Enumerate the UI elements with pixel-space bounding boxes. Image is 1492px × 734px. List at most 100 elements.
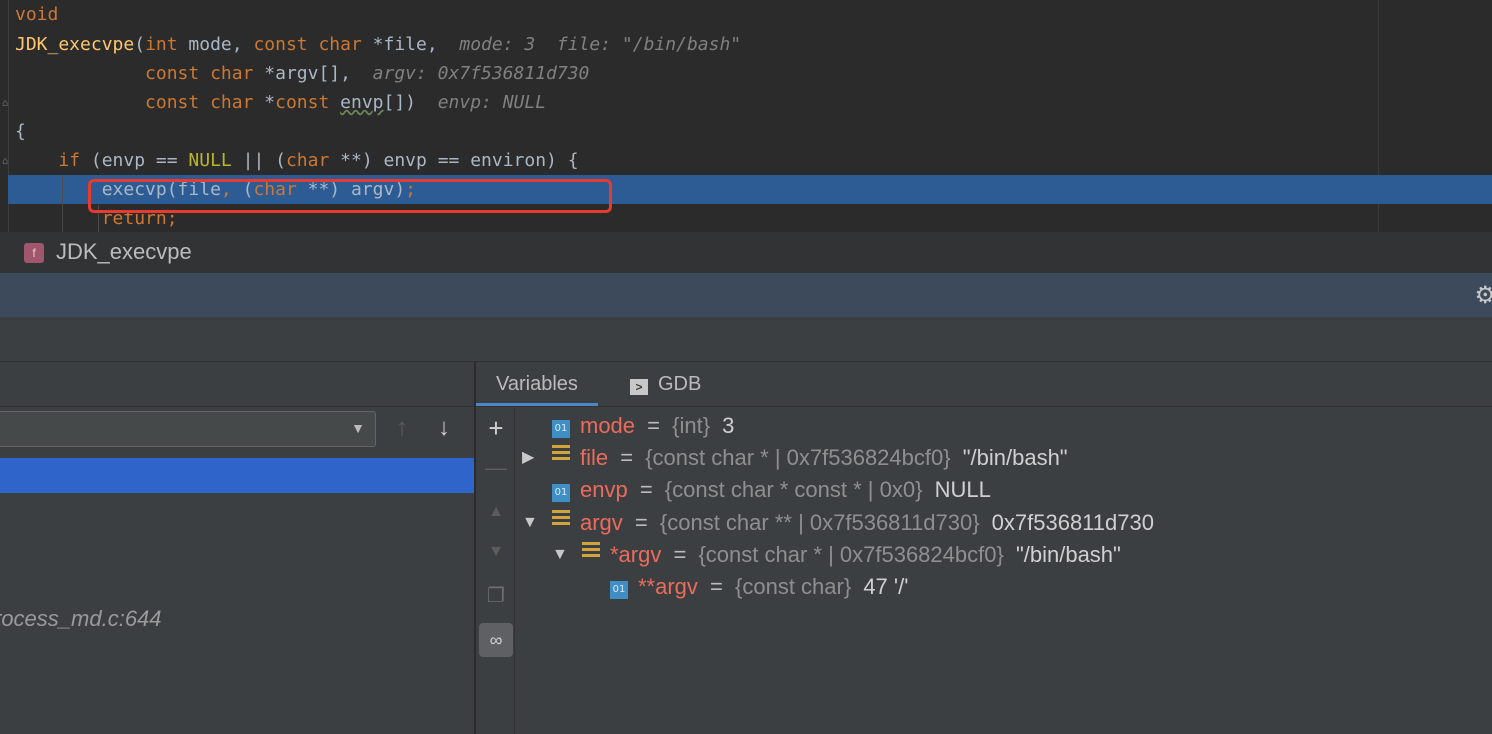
variable-row-deref-deref-argv[interactable]: 01 **argv = {const char} 47 '/': [610, 571, 908, 603]
code-token: (envp ==: [90, 150, 189, 171]
tab-variables-label: Variables: [496, 373, 578, 395]
array-variable-icon: [552, 445, 570, 463]
code-line[interactable]: JDK_execvpe(int mode, const char *file, …: [15, 30, 741, 59]
arrow-down-icon[interactable]: ↓: [438, 414, 450, 442]
variables-toolbar: + — ▲ ▼ ❐ ∞: [476, 407, 515, 734]
code-token: NULL: [188, 150, 232, 171]
code-token: const: [275, 92, 341, 113]
copy-icon[interactable]: ❐: [479, 579, 513, 613]
variable-name: **argv: [638, 574, 698, 599]
inline-value-hint: mode: 3 file: "/bin/bash": [459, 34, 742, 55]
tab-gdb-label: GDB: [658, 373, 702, 395]
code-token: || (: [231, 150, 286, 171]
code-token: []): [383, 92, 438, 113]
variable-value: NULL: [928, 477, 991, 502]
function-icon: f: [24, 243, 44, 263]
code-token: void: [15, 4, 59, 25]
add-watch-button[interactable]: +: [479, 411, 513, 445]
variable-row-envp[interactable]: 01 envp = {const char * const * | 0x0} NU…: [552, 474, 991, 506]
collapse-arrow-icon[interactable]: ▼: [522, 507, 540, 539]
variables-panel: Variables > GDB + — ▲ ▼ ❐ ∞ 01 mode = {int…: [476, 362, 1492, 734]
primitive-variable-icon: 01: [552, 420, 570, 438]
code-editor[interactable]: ⌂ ⌂ void JDK_execvpe(int mode, const char…: [0, 0, 1492, 232]
variable-value: 0x7f536811d730: [985, 510, 1154, 535]
frames-header: [0, 362, 474, 407]
breadcrumb: f JDK_execvpe: [0, 232, 1492, 273]
code-token: const char: [253, 34, 373, 55]
fold-marker-icon[interactable]: ⌂: [2, 98, 12, 110]
inline-value-hint: envp: NULL: [437, 92, 547, 113]
breadcrumb-function[interactable]: JDK_execvpe: [56, 239, 192, 265]
debug-tabs: Variables > GDB: [476, 362, 1492, 407]
code-token: {: [15, 121, 26, 142]
variable-eq: =: [641, 413, 661, 438]
tab-variables[interactable]: Variables: [476, 362, 598, 406]
variable-value: "/bin/bash": [956, 445, 1068, 470]
variable-eq: =: [628, 510, 648, 535]
arrow-up-icon[interactable]: ↑: [396, 414, 408, 442]
code-line[interactable]: if (envp == NULL || (char **) envp == en…: [15, 146, 579, 175]
code-token: char: [285, 150, 341, 171]
frame-item-selected[interactable]: [0, 458, 474, 493]
indent-guide: [62, 176, 63, 232]
gear-icon[interactable]: ⚙: [1474, 281, 1492, 310]
glasses-icon[interactable]: ∞: [479, 623, 513, 657]
code-line[interactable]: const char *argv[], argv: 0x7f536811d730: [15, 59, 589, 88]
variable-eq: =: [614, 445, 634, 470]
variable-value: 3: [716, 413, 735, 438]
variable-name: *argv: [610, 542, 662, 567]
code-token: (: [134, 34, 146, 55]
collapse-arrow-icon[interactable]: ▼: [552, 539, 570, 571]
variable-row-mode[interactable]: 01 mode = {int} 3: [552, 410, 734, 442]
variable-row-argv[interactable]: ▼ argv = {const char ** | 0x7f536811d730}…: [522, 507, 1154, 539]
variable-type: {int}: [666, 413, 711, 438]
code-line[interactable]: const char *const envp[]) envp: NULL: [15, 88, 546, 117]
code-token: **) envp == environ) {: [340, 150, 579, 171]
frame-item-process-md[interactable]: rocess_md.c:644: [0, 606, 162, 632]
frames-panel: ▼ ↑ ↓ rocess_md.c:644: [0, 362, 474, 734]
thread-select[interactable]: ▼: [0, 411, 376, 447]
code-token: envp: [340, 92, 384, 113]
debug-tool-window-header: ⚙: [0, 273, 1492, 317]
variable-row-deref-argv[interactable]: ▼ *argv = {const char * | 0x7f536824bcf0}…: [552, 539, 1121, 571]
annotation-highlight-box: [88, 179, 612, 213]
fold-marker-icon[interactable]: ⌂: [2, 156, 12, 168]
variable-value: 47 '/': [857, 574, 909, 599]
code-token: const char: [145, 92, 265, 113]
variable-value: "/bin/bash": [1009, 542, 1121, 567]
move-down-button[interactable]: ▼: [479, 535, 513, 569]
code-token: *argv[],: [264, 63, 373, 84]
array-variable-icon: [582, 542, 600, 560]
expand-arrow-icon[interactable]: ▶: [522, 442, 540, 474]
array-variable-icon: [552, 510, 570, 528]
tab-gdb[interactable]: > GDB: [610, 362, 721, 406]
move-up-button[interactable]: ▲: [479, 495, 513, 529]
variable-type: {const char}: [728, 574, 852, 599]
code-token: *file,: [372, 34, 460, 55]
code-token: int: [145, 34, 189, 55]
variable-type: {const char * | 0x7f536824bcf0}: [639, 445, 951, 470]
chevron-down-icon: ▼: [351, 420, 365, 436]
variable-row-file[interactable]: ▶ file = {const char * | 0x7f536824bcf0} …: [522, 442, 1068, 474]
variable-type: {const char ** | 0x7f536811d730}: [653, 510, 980, 535]
code-token: JDK_execvpe: [15, 34, 135, 55]
variable-name: argv: [580, 510, 623, 535]
remove-watch-button[interactable]: —: [479, 451, 513, 485]
code-token: const char: [145, 63, 265, 84]
code-token: if: [58, 150, 91, 171]
variable-name: envp: [580, 477, 628, 502]
code-line[interactable]: {: [15, 117, 26, 146]
variable-eq: =: [667, 542, 687, 567]
variable-name: file: [580, 445, 609, 470]
code-token: *: [264, 92, 276, 113]
debug-toolbar: [0, 318, 1492, 362]
code-line[interactable]: void: [15, 0, 58, 29]
console-icon: >: [630, 379, 648, 395]
variable-type: {const char * | 0x7f536824bcf0}: [692, 542, 1004, 567]
variable-name: mode: [580, 413, 636, 438]
variable-eq: =: [703, 574, 723, 599]
code-token: mode,: [188, 34, 254, 55]
